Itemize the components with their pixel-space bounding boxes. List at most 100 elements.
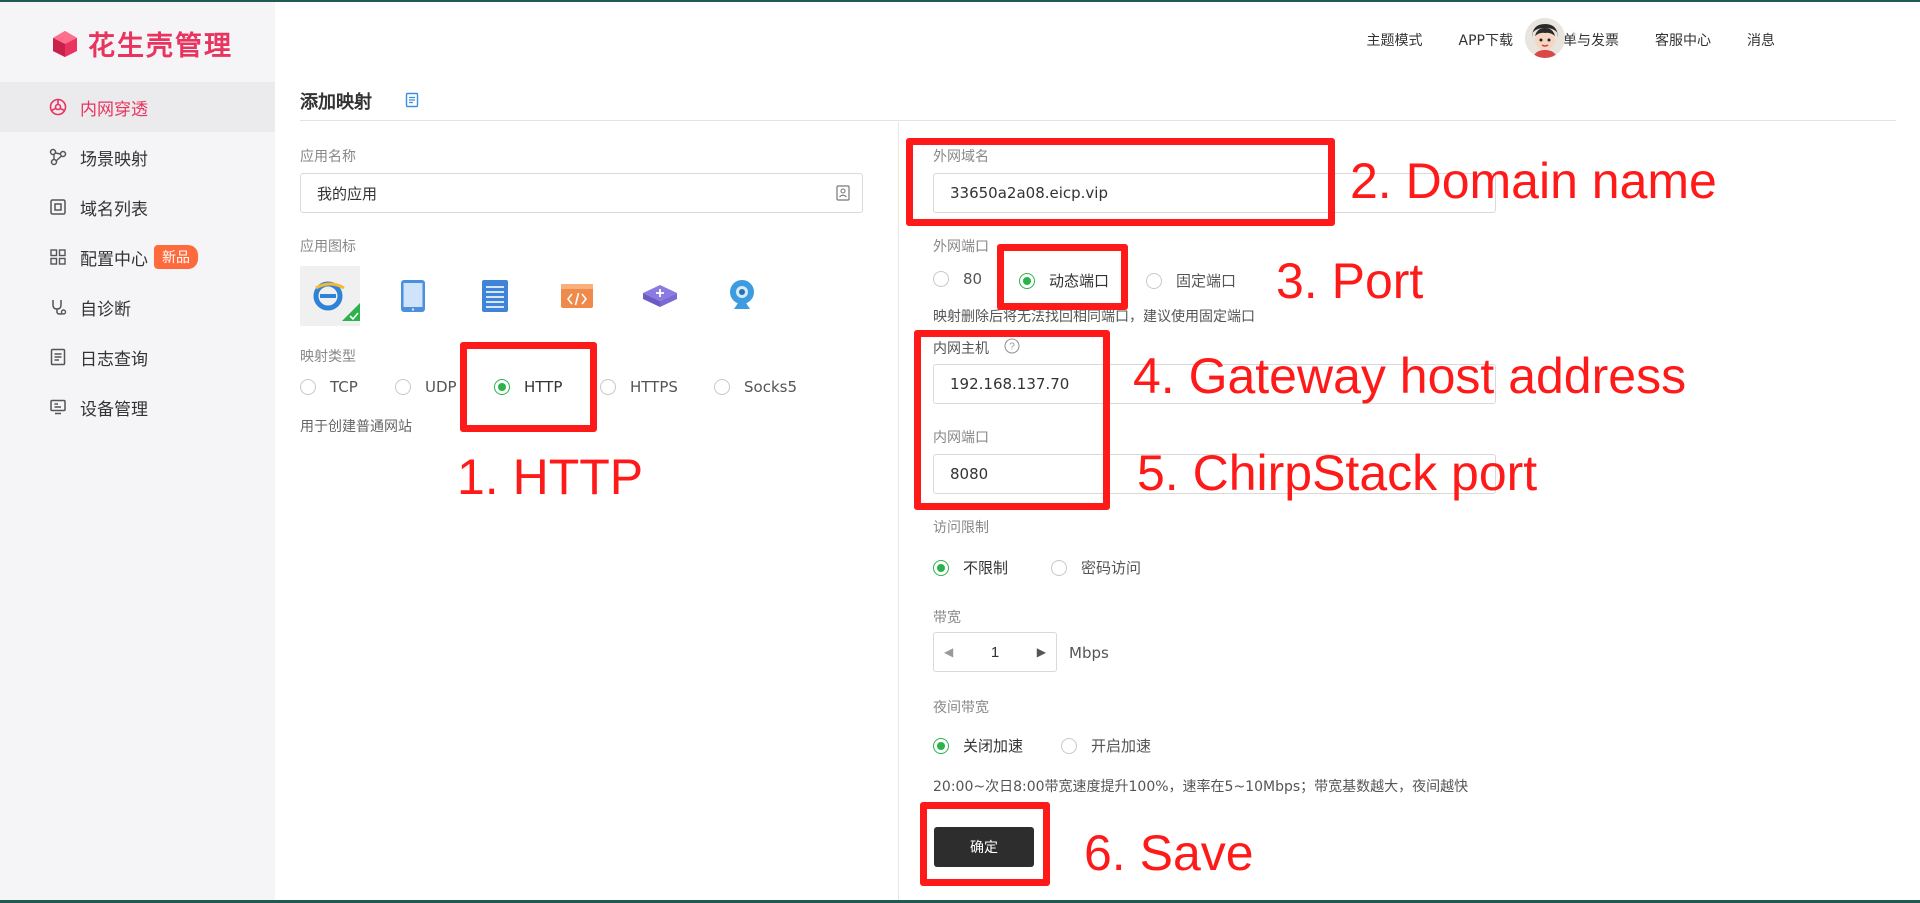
radio-dot (600, 379, 616, 395)
decrease-arrow-icon[interactable]: ◀ (944, 645, 953, 659)
radio-label: 密码访问 (1081, 559, 1142, 577)
scene-icon (48, 147, 68, 167)
network-icon (48, 97, 68, 117)
selected-check-icon (342, 303, 360, 326)
code-icon[interactable] (547, 266, 607, 326)
top-header: 主题模式 APP下载 订单与发票 客服中心 消息 (275, 2, 1920, 78)
radio-port-fixed[interactable]: 固定端口 (1146, 270, 1236, 291)
annotation-save: 6. Save (1084, 825, 1254, 881)
radio-dot (300, 379, 316, 395)
annotation-chirpstack: 5. ChirpStack port (1137, 445, 1538, 501)
radio-label: TCP (330, 378, 358, 396)
radio-label: 80 (963, 270, 983, 288)
radio-dot (1051, 559, 1067, 576)
annotation-gateway: 4. Gateway host address (1133, 348, 1687, 404)
annotation-box-lan (914, 330, 1110, 510)
document-icon[interactable] (404, 92, 420, 113)
avatar[interactable] (1525, 18, 1565, 58)
sidebar-item-label: 域名列表 (80, 199, 148, 220)
server-icon[interactable] (465, 266, 525, 326)
brand-name: 花生壳管理 (88, 31, 233, 62)
app-name-value: 我的应用 (317, 184, 378, 203)
domain-icon (48, 197, 68, 217)
brand-logo[interactable]: 花生壳管理 (50, 24, 233, 63)
radio-night-on[interactable]: 开启加速 (1061, 735, 1151, 756)
radio-dot (933, 559, 949, 576)
service-center-link[interactable]: 客服中心 (1655, 30, 1711, 50)
radio-port-80[interactable]: 80 (933, 270, 982, 288)
bandwidth-value: 1 (990, 643, 1000, 661)
radio-tcp[interactable]: TCP (300, 378, 358, 396)
radio-access-unlimited[interactable]: 不限制 (933, 557, 1008, 578)
radio-label: UDP (425, 378, 457, 396)
sidebar-item-diagnose[interactable]: 自诊断 (0, 282, 275, 332)
radio-dot (933, 271, 949, 287)
radio-socks5[interactable]: Socks5 (714, 378, 797, 396)
annotation-box-save (920, 802, 1050, 886)
device-icon (48, 397, 68, 417)
mapping-type-label: 映射类型 (300, 349, 356, 365)
header-links: 主题模式 APP下载 订单与发票 客服中心 消息 (1367, 30, 1775, 50)
radio-dot (933, 737, 949, 754)
new-badge: 新品 (154, 245, 198, 269)
radio-night-off[interactable]: 关闭加速 (933, 735, 1023, 756)
annotation-box-http (460, 342, 597, 432)
radio-udp[interactable]: UDP (395, 378, 457, 396)
user-name[interactable]: t (1572, 28, 1576, 44)
access-label: 访问限制 (933, 520, 989, 536)
radio-dot (1061, 737, 1077, 754)
sidebar-item-label: 自诊断 (80, 299, 131, 320)
annotation-domain: 2. Domain name (1350, 153, 1717, 209)
annotation-box-port (997, 244, 1128, 310)
app-name-label: 应用名称 (300, 149, 356, 165)
peanut-logo-icon (50, 29, 80, 59)
sidebar-item-domains[interactable]: 域名列表 (0, 182, 275, 232)
bandwidth-stepper[interactable]: ◀ 1 ▶ (933, 632, 1057, 672)
sidebar-item-scene[interactable]: 场景映射 (0, 132, 275, 182)
app-icon-label: 应用图标 (300, 239, 356, 255)
tablet-icon[interactable] (383, 266, 443, 326)
page-title: 添加映射 (300, 92, 372, 113)
radio-label: HTTPS (630, 378, 678, 396)
sidebar-item-label: 设备管理 (80, 399, 148, 420)
sidebar-item-label: 配置中心 (80, 249, 148, 270)
radio-label: 关闭加速 (963, 737, 1024, 755)
radio-label: 开启加速 (1091, 737, 1152, 755)
webcam-icon[interactable] (712, 266, 772, 326)
messages-link[interactable]: 消息 (1747, 30, 1775, 50)
ie-icon[interactable] (300, 266, 360, 326)
radio-label: 不限制 (963, 559, 1009, 577)
radio-dot (1146, 272, 1162, 289)
radio-label: 固定端口 (1176, 272, 1237, 290)
radio-https[interactable]: HTTPS (600, 378, 678, 396)
theme-mode-link[interactable]: 主题模式 (1367, 30, 1423, 50)
app-download-link[interactable]: APP下载 (1459, 30, 1513, 50)
log-icon (48, 347, 68, 367)
night-bandwidth-hint: 20:00~次日8:00带宽速度提升100%，速率在5~10Mbps；带宽基数越… (933, 779, 1469, 795)
diagnose-icon (48, 297, 68, 317)
sidebar-item-config[interactable]: 配置中心 新品 (0, 232, 275, 282)
radio-access-password[interactable]: 密码访问 (1051, 557, 1141, 578)
annotation-http: 1. HTTP (457, 449, 644, 505)
night-bandwidth-label: 夜间带宽 (933, 700, 989, 716)
title-divider (300, 120, 1896, 121)
bandwidth-unit: Mbps (1069, 644, 1109, 662)
sidebar-item-devices[interactable]: 设备管理 (0, 382, 275, 432)
radio-label: Socks5 (744, 378, 797, 396)
contact-card-icon (836, 185, 850, 205)
sidebar-item-logs[interactable]: 日志查询 (0, 332, 275, 382)
config-icon (48, 247, 68, 267)
sidebar-item-label: 内网穿透 (80, 99, 148, 120)
sidebar-item-intranet[interactable]: 内网穿透 (0, 82, 275, 132)
column-divider (898, 122, 899, 900)
radio-dot (714, 379, 730, 395)
mapping-type-hint: 用于创建普通网站 (300, 419, 412, 435)
router-icon[interactable] (630, 266, 690, 326)
increase-arrow-icon[interactable]: ▶ (1037, 645, 1046, 659)
sidebar-item-label: 日志查询 (80, 349, 148, 370)
radio-dot (395, 379, 411, 395)
sidebar-item-label: 场景映射 (80, 149, 148, 170)
sidebar-nav: 内网穿透 场景映射 域名列表 配置中心 新品 自诊断 日志查询 设备管理 (0, 82, 275, 432)
app-name-field[interactable]: 我的应用 (300, 173, 863, 213)
annotation-port: 3. Port (1276, 253, 1424, 309)
